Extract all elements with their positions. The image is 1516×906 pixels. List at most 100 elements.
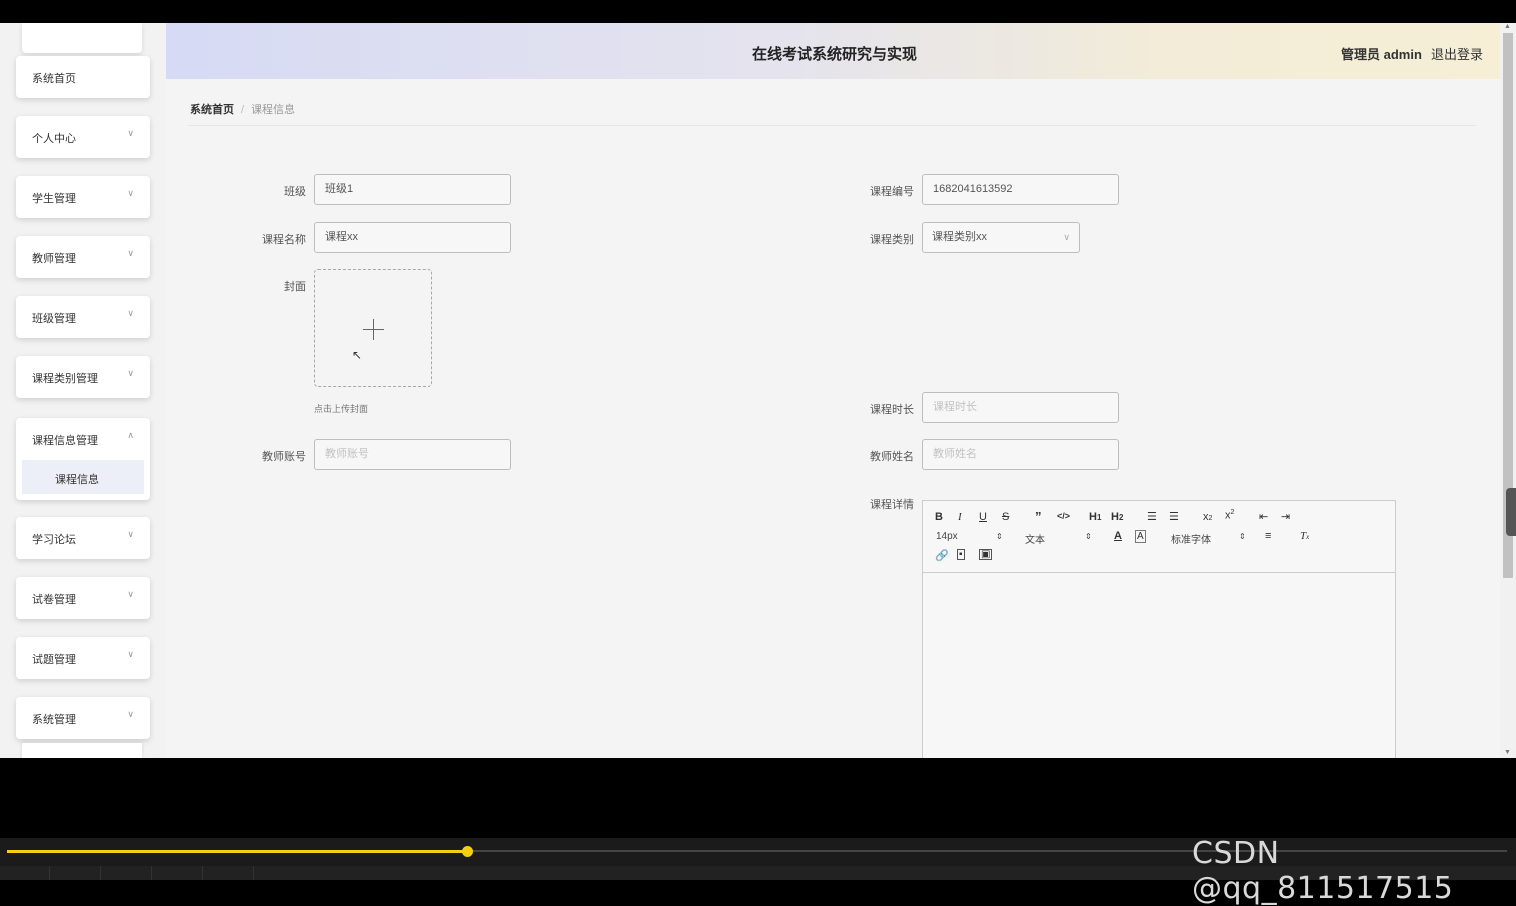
- player-control[interactable]: [153, 866, 203, 880]
- link-icon[interactable]: 🔗: [935, 549, 949, 562]
- sidebar: 系统首页 个人中心 ∨ 学生管理 ∨ 教师管理 ∨ 班级管理 ∨ 课程类别管理 …: [0, 23, 166, 758]
- bold-icon[interactable]: B: [935, 511, 943, 523]
- breadcrumb-current: 课程信息: [251, 104, 296, 116]
- course-type-select[interactable]: 课程类别xx ∨: [922, 222, 1080, 253]
- player-control[interactable]: [102, 866, 152, 880]
- progress-knob[interactable]: [462, 846, 473, 857]
- sidebar-item-course-type-management[interactable]: 课程类别管理 ∨: [16, 356, 150, 398]
- vertical-scrollbar[interactable]: ▲ ▼: [1500, 23, 1516, 758]
- indent-icon[interactable]: ⇥: [1281, 510, 1290, 523]
- sidebar-item-home[interactable]: 系统首页: [16, 56, 150, 98]
- sidebar-item-exam-paper-management[interactable]: 试卷管理 ∨: [16, 577, 150, 619]
- course-no-input[interactable]: 1682041613592: [922, 174, 1119, 205]
- font-size-value: 14px: [936, 531, 958, 542]
- clear-format-icon[interactable]: Tx: [1300, 530, 1309, 542]
- rich-text-editor: B I U S ” </> H1 H2 ☰ ☰ x2 x2 ⇤ ⇥ 14px ⇕…: [922, 500, 1396, 758]
- image-icon[interactable]: ▪: [957, 549, 965, 560]
- teacher-name-label: 教师姓名: [870, 451, 914, 463]
- header2-icon[interactable]: H2: [1111, 511, 1123, 523]
- duration-label: 课程时长: [870, 404, 914, 416]
- class-input[interactable]: 班级1: [314, 174, 511, 205]
- breadcrumb-home[interactable]: 系统首页: [190, 104, 234, 116]
- strikethrough-icon[interactable]: S: [1002, 511, 1009, 523]
- current-user: 管理员 admin: [1341, 47, 1422, 62]
- chevron-down-icon: ∨: [127, 649, 134, 659]
- sidebar-item-system-management[interactable]: 系统管理 ∨: [16, 697, 150, 739]
- sidebar-item-personal-center[interactable]: 个人中心 ∨: [16, 116, 150, 158]
- breadcrumb-separator: /: [241, 104, 245, 116]
- font-size-select[interactable]: 14px ⇕: [936, 531, 1006, 542]
- mouse-cursor-icon: ↖: [352, 348, 363, 362]
- logout-link[interactable]: 退出登录: [1431, 44, 1483, 63]
- chevron-down-icon: ∨: [127, 529, 134, 539]
- italic-icon[interactable]: I: [958, 511, 962, 523]
- cover-upload[interactable]: [314, 269, 432, 387]
- player-control[interactable]: [204, 866, 254, 880]
- align-icon[interactable]: ≡: [1265, 530, 1271, 542]
- sidebar-item-label: 系统首页: [32, 73, 76, 85]
- chevron-up-icon[interactable]: ∧: [127, 430, 134, 441]
- sidebar-item-label: 试题管理: [32, 654, 76, 666]
- blockquote-icon[interactable]: ”: [1035, 509, 1042, 524]
- header-select[interactable]: 文本 ⇕: [1025, 531, 1095, 546]
- video-icon[interactable]: ▣: [979, 549, 993, 560]
- sidebar-item-forum[interactable]: 学习论坛 ∨: [16, 517, 150, 559]
- sidebar-item-label: 试卷管理: [32, 594, 76, 606]
- divider: [188, 125, 1476, 126]
- scroll-up-icon[interactable]: ▲: [1504, 23, 1511, 30]
- ordered-list-icon[interactable]: ☰: [1147, 510, 1157, 523]
- scroll-down-icon[interactable]: ▼: [1504, 749, 1511, 756]
- sidebar-subitem-label: 课程信息: [55, 474, 99, 486]
- top-header: 在线考试系统研究与实现 管理员 admin 退出登录: [166, 23, 1500, 79]
- font-color-icon[interactable]: A: [1114, 530, 1122, 542]
- duration-input[interactable]: 课程时长: [922, 392, 1119, 423]
- subscript-icon[interactable]: x2: [1203, 511, 1212, 523]
- editor-content-area[interactable]: [923, 574, 1395, 758]
- sidebar-item-teacher-management[interactable]: 教师管理 ∨: [16, 236, 150, 278]
- chevron-down-icon: ∨: [127, 589, 134, 599]
- course-name-label: 课程名称: [262, 234, 306, 246]
- course-name-input[interactable]: 课程xx: [314, 222, 511, 253]
- bullet-list-icon[interactable]: ☰: [1169, 510, 1179, 523]
- background-color-icon[interactable]: A: [1135, 530, 1146, 543]
- superscript-icon[interactable]: x2: [1225, 509, 1234, 522]
- side-panel-handle[interactable]: [1506, 488, 1516, 536]
- sidebar-top-stub: [22, 23, 142, 53]
- code-block-icon[interactable]: </>: [1057, 511, 1070, 521]
- sidebar-item-label: 班级管理: [32, 313, 76, 325]
- teacher-account-label: 教师账号: [262, 451, 306, 463]
- updown-icon: ⇕: [996, 532, 1003, 541]
- editor-toolbar: B I U S ” </> H1 H2 ☰ ☰ x2 x2 ⇤ ⇥ 14px ⇕…: [923, 501, 1395, 573]
- teacher-account-input[interactable]: 教师账号: [314, 439, 511, 470]
- cover-label: 封面: [284, 281, 306, 293]
- header1-icon[interactable]: H1: [1089, 511, 1101, 523]
- chevron-down-icon: ∨: [1063, 232, 1070, 242]
- sidebar-item-label: 学生管理: [32, 193, 76, 205]
- underline-icon[interactable]: U: [979, 511, 987, 523]
- player-control[interactable]: [51, 866, 101, 880]
- course-type-label: 课程类别: [870, 234, 914, 246]
- outdent-icon[interactable]: ⇤: [1259, 510, 1268, 523]
- sidebar-item-label: 课程类别管理: [32, 373, 98, 385]
- sidebar-group-course-info-management: 课程信息管理 ∧ 课程信息: [16, 418, 150, 500]
- class-label: 班级: [284, 186, 306, 198]
- sidebar-item-question-management[interactable]: 试题管理 ∨: [16, 637, 150, 679]
- sidebar-subitem-course-info[interactable]: 课程信息: [22, 460, 144, 494]
- sidebar-bottom-stub: [22, 743, 142, 758]
- player-control[interactable]: [0, 866, 50, 880]
- chevron-down-icon: ∨: [127, 709, 134, 719]
- font-family-select[interactable]: 标准字体 ⇕: [1171, 531, 1251, 546]
- course-type-value: 课程类别xx: [932, 231, 987, 243]
- updown-icon: ⇕: [1085, 532, 1092, 541]
- font-family-value: 标准字体: [1171, 535, 1211, 546]
- teacher-name-input[interactable]: 教师姓名: [922, 439, 1119, 470]
- sidebar-item-class-management[interactable]: 班级管理 ∨: [16, 296, 150, 338]
- header-select-value: 文本: [1025, 535, 1045, 546]
- progress-fill: [7, 850, 467, 853]
- sidebar-item-student-management[interactable]: 学生管理 ∨: [16, 176, 150, 218]
- course-detail-label: 课程详情: [870, 499, 914, 511]
- watermark: CSDN @qq_811517515: [1192, 836, 1454, 906]
- cover-upload-hint: 点击上传封面: [314, 404, 369, 414]
- sidebar-item-label[interactable]: 课程信息管理: [32, 432, 98, 448]
- plus-icon-vertical: [373, 319, 374, 340]
